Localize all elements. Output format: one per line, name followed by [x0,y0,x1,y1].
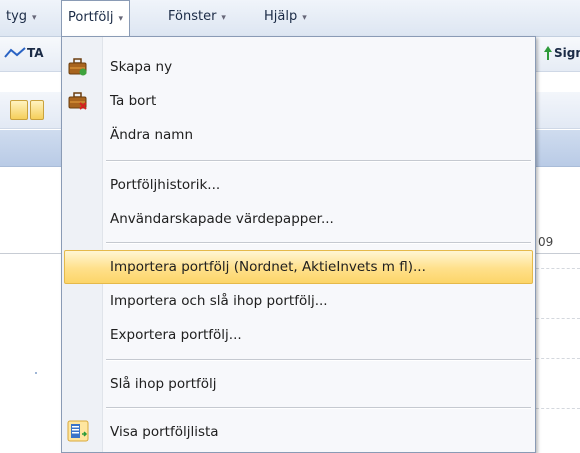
menu-item-exportera-portfolj[interactable]: Exportera portfölj... [64,318,533,352]
toolbar-button[interactable] [30,100,44,120]
portfolio-list-button[interactable] [10,100,28,120]
briefcase-delete-icon [68,92,87,110]
menu-item-sla-ihop-portfolj[interactable]: Slå ihop portfölj [64,367,533,401]
portfolio-list-icon [67,420,89,442]
menu-separator [106,242,531,244]
grid-line [536,358,580,359]
chart-dot [35,372,37,374]
menu-item-portfoljhistorik[interactable]: Portföljhistorik... [64,168,533,202]
toolbar-ta-button[interactable]: TA [27,46,44,60]
menu-item-ta-bort[interactable]: Ta bort [64,84,533,118]
menu-separator [106,160,531,162]
menu-bar: tyg ▾ Portfölj ▾ Fönster ▾ Hjälp ▾ [0,0,580,37]
signal-up-arrow-icon [544,46,552,60]
toolbar-signal-button[interactable]: Sign [554,46,580,60]
menu-portfolj[interactable]: Portfölj ▾ [61,0,131,37]
menu-verktyg[interactable]: tyg ▾ [0,0,43,36]
menu-hjalp[interactable]: Hjälp ▾ [258,0,313,36]
menu-item-andra-namn[interactable]: Ändra namn [64,118,533,152]
menu-item-importera-och-sla-ihop[interactable]: Importera och slå ihop portfölj... [64,284,533,318]
grid-line [536,408,580,409]
menu-item-skapa-ny[interactable]: Skapa ny [64,50,533,84]
menu-item-visa-portfoljlista[interactable]: Visa portföljlista [64,415,533,449]
menu-separator [106,359,531,361]
chevron-down-icon: ▾ [32,13,37,23]
grid-header-value: 09 [538,235,554,249]
portfolio-dropdown-menu: Skapa ny Ta bort Ändra namn Portföljhist… [61,36,536,453]
chevron-down-icon: ▾ [118,14,124,24]
menu-separator [106,407,531,409]
menu-item-importera-portfolj[interactable]: Importera portfölj (Nordnet, AktieInvets… [64,250,533,284]
briefcase-icon [68,58,87,76]
grid-line [536,318,580,319]
chevron-down-icon: ▾ [302,13,307,23]
trend-line-icon [4,47,26,58]
chevron-down-icon: ▾ [221,13,226,23]
menu-fonster[interactable]: Fönster ▾ [162,0,232,36]
menu-item-anvandarskapade-vardepapper[interactable]: Användarskapade värdepapper... [64,202,533,236]
grid-line [536,268,580,269]
